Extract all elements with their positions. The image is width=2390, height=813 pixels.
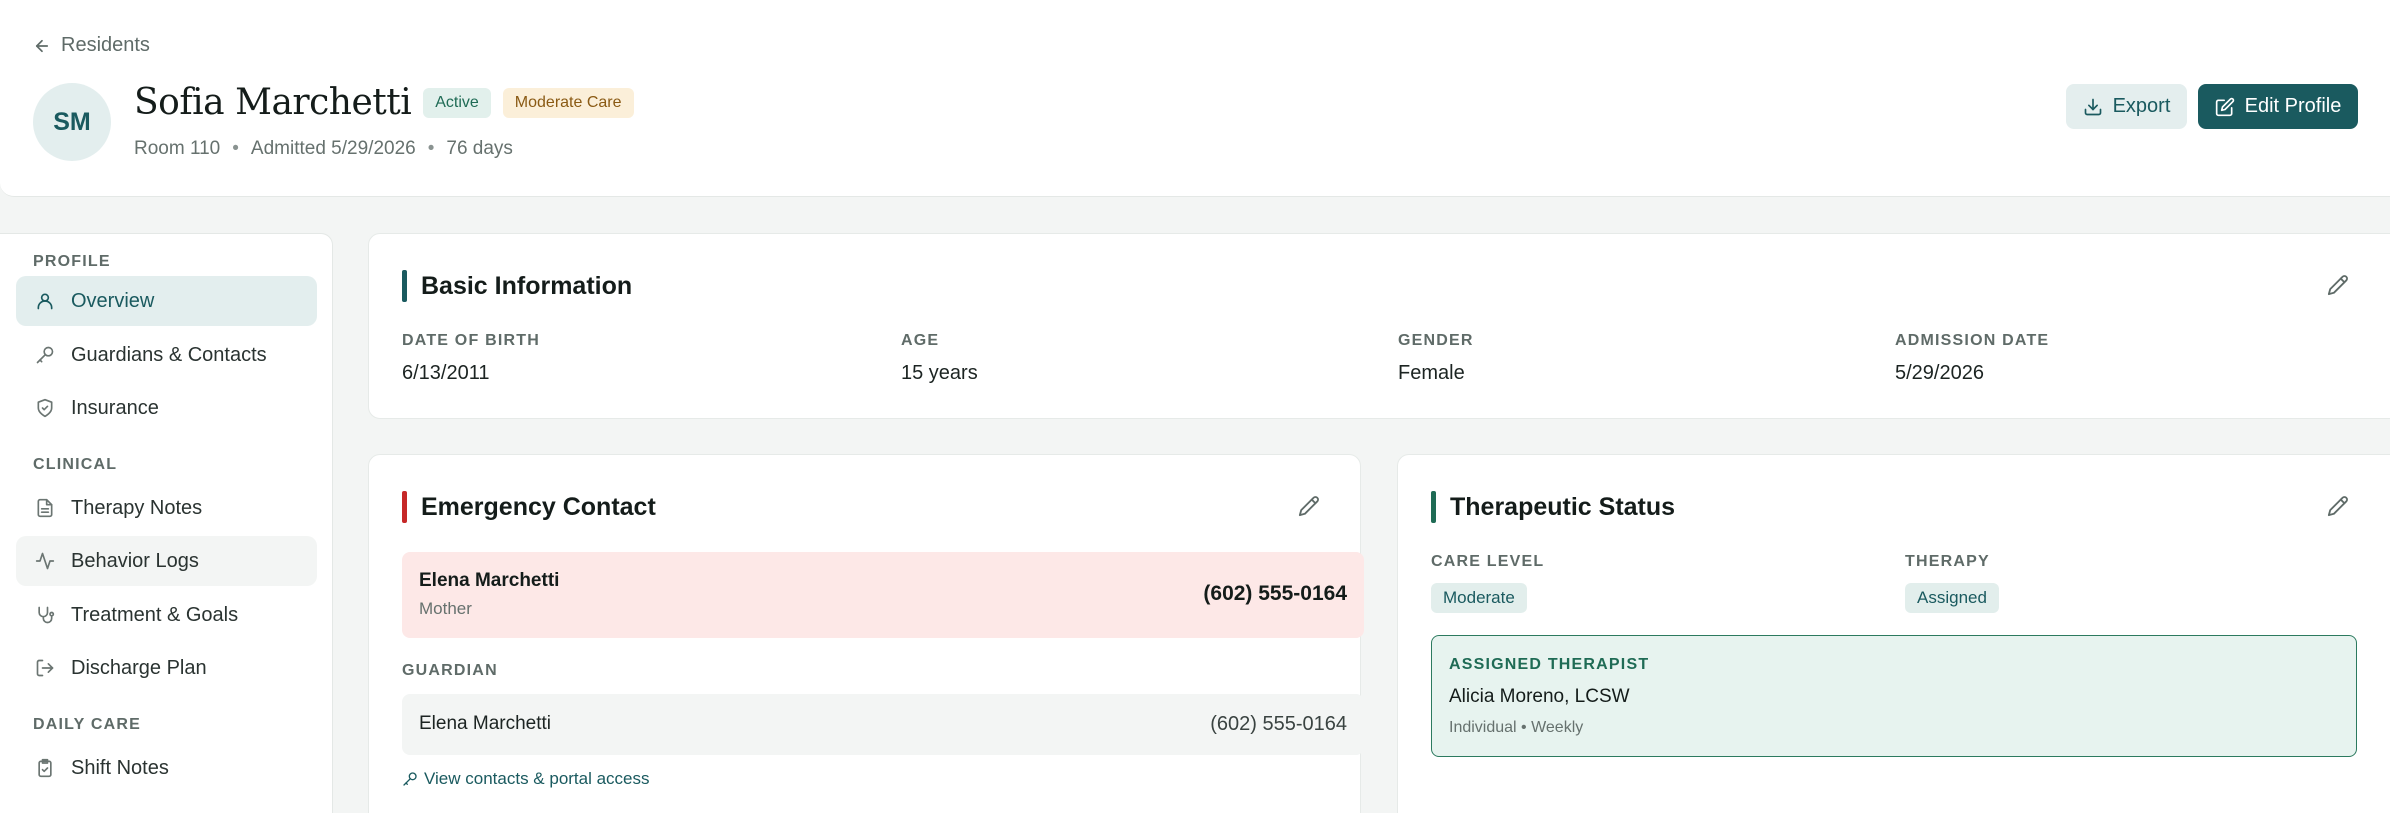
- activity-icon: [35, 552, 55, 570]
- guardian-label: GUARDIAN: [402, 662, 498, 679]
- arrow-left-icon: [35, 39, 49, 52]
- age-label: AGE: [901, 332, 940, 349]
- therapist-heading: ASSIGNED THERAPIST: [1449, 656, 1650, 673]
- room-number: Room 110: [134, 138, 221, 159]
- status-badge: Active: [423, 87, 491, 118]
- sidebar-nav: PROFILE Overview Guardians & Contacts In…: [0, 233, 333, 813]
- dob-value: 6/13/2011: [402, 362, 490, 384]
- card-title: Basic Information: [421, 271, 633, 300]
- care-level-badge: Moderate Care: [502, 87, 634, 118]
- emergency-contact-card: Emergency Contact Elena Marchetti Mother…: [368, 454, 1364, 813]
- name-row: Sofia Marchetti Active Moderate Care: [134, 82, 634, 123]
- sidebar-item-label: Behavior Logs: [71, 549, 199, 572]
- pencil-icon[interactable]: [1298, 495, 1320, 517]
- sidebar-item-treatment-goals[interactable]: Treatment & Goals: [16, 590, 317, 640]
- log-out-icon: [36, 659, 54, 677]
- therapeutic-status-card: Therapeutic Status CARE LEVEL Moderate T…: [1397, 454, 2390, 813]
- pencil-icon[interactable]: [2327, 495, 2349, 517]
- dob-label: DATE OF BIRTH: [402, 332, 540, 349]
- meta-separator: •: [232, 138, 239, 159]
- care-level-label: CARE LEVEL: [1431, 553, 1545, 570]
- sidebar-item-label: Discharge Plan: [71, 656, 207, 679]
- gender-value: Female: [1398, 362, 1465, 384]
- back-link-label: Residents: [61, 34, 150, 56]
- therapy-label: THERAPY: [1905, 553, 1990, 570]
- sidebar-section-daily-care: DAILY CARE: [33, 716, 142, 733]
- contact-relation: Mother: [419, 599, 472, 618]
- sidebar-section-profile: PROFILE: [33, 253, 111, 270]
- sidebar-item-label: Overview: [71, 289, 155, 312]
- guardian-phone[interactable]: (602) 555-0164: [1210, 713, 1347, 736]
- back-to-residents-link[interactable]: Residents: [33, 34, 150, 57]
- sidebar-item-shift-notes[interactable]: Shift Notes: [16, 743, 317, 793]
- contact-phone[interactable]: (602) 555-0164: [1203, 582, 1347, 606]
- user-icon: [37, 293, 53, 310]
- edit-profile-label: Edit Profile: [2244, 95, 2342, 117]
- sidebar-item-discharge-plan[interactable]: Discharge Plan: [16, 643, 317, 693]
- guardian-row: Elena Marchetti (602) 555-0164: [402, 694, 1364, 755]
- sidebar-section-clinical: CLINICAL: [33, 456, 118, 473]
- card-title: Therapeutic Status: [1450, 492, 1676, 521]
- file-text-icon: [37, 498, 53, 518]
- sidebar-item-label: Shift Notes: [71, 756, 169, 779]
- guardian-name: Elena Marchetti: [419, 713, 552, 734]
- age-value: 15 years: [901, 362, 978, 384]
- contact-name: Elena Marchetti: [419, 570, 560, 591]
- sidebar-item-overview[interactable]: Overview: [16, 276, 317, 326]
- resident-name: Sofia Marchetti: [134, 82, 412, 123]
- therapist-name: Alicia Moreno, LCSW: [1449, 686, 1630, 707]
- basic-information-card: Basic Information DATE OF BIRTH 6/13/201…: [368, 233, 2390, 419]
- emergency-contact-box: Elena Marchetti Mother (602) 555-0164: [402, 552, 1364, 638]
- view-contacts-link[interactable]: View contacts & portal access: [402, 769, 650, 789]
- sidebar-item-insurance[interactable]: Insurance: [16, 383, 317, 433]
- assigned-therapist-box: ASSIGNED THERAPIST Alicia Moreno, LCSW I…: [1431, 635, 2357, 757]
- sidebar-item-therapy-notes[interactable]: Therapy Notes: [16, 483, 317, 533]
- sidebar-item-behavior-logs[interactable]: Behavior Logs: [16, 536, 317, 586]
- pencil-icon[interactable]: [2327, 274, 2349, 296]
- card-accent-bar: [402, 491, 407, 523]
- export-label: Export: [2112, 95, 2171, 117]
- key-icon: [403, 772, 417, 786]
- therapy-pill: Assigned: [1905, 583, 1999, 613]
- gender-label: GENDER: [1398, 332, 1474, 349]
- card-accent-bar: [402, 270, 407, 302]
- sidebar-item-label: Insurance: [71, 396, 159, 419]
- admission-date-label: ADMISSION DATE: [1895, 332, 2050, 349]
- card-title: Emergency Contact: [421, 492, 656, 521]
- download-icon: [2084, 98, 2101, 115]
- avatar-initials: SM: [53, 107, 91, 136]
- card-header: Emergency Contact: [402, 491, 656, 523]
- sidebar-item-label: Treatment & Goals: [71, 603, 239, 626]
- sidebar-item-label: Guardians & Contacts: [71, 343, 267, 366]
- stethoscope-icon: [38, 606, 55, 624]
- sidebar-item-label: Therapy Notes: [71, 496, 203, 519]
- meta-separator: •: [427, 138, 435, 159]
- shield-check-icon: [37, 398, 53, 418]
- key-icon: [36, 346, 54, 364]
- edit-profile-button[interactable]: Edit Profile: [2198, 84, 2358, 129]
- export-button[interactable]: Export: [2066, 84, 2187, 129]
- resident-meta: Room 110 • Admitted 5/29/2026 • 76 days: [134, 138, 513, 160]
- admitted-date: Admitted 5/29/2026: [250, 138, 416, 159]
- card-header: Therapeutic Status: [1431, 491, 1675, 523]
- admission-date-value: 5/29/2026: [1895, 362, 1984, 384]
- therapist-detail: Individual • Weekly: [1449, 719, 1584, 736]
- clipboard-check-icon: [38, 758, 52, 778]
- edit-square-icon: [2215, 97, 2234, 116]
- avatar: SM: [33, 83, 111, 161]
- card-accent-bar: [1431, 491, 1436, 523]
- profile-header: Residents SM Sofia Marchetti Active Mode…: [0, 0, 2390, 197]
- view-contacts-label: View contacts & portal access: [424, 769, 650, 788]
- sidebar-item-guardians-contacts[interactable]: Guardians & Contacts: [16, 330, 317, 380]
- card-header: Basic Information: [402, 270, 632, 302]
- days-count: 76 days: [446, 138, 513, 159]
- care-level-pill: Moderate: [1431, 583, 1527, 613]
